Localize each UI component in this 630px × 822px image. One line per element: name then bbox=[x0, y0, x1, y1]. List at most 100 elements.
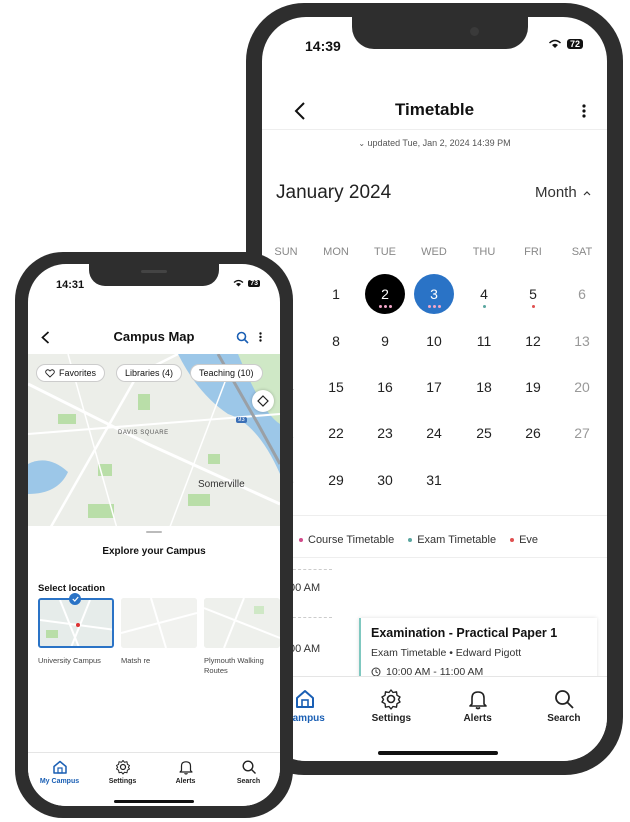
calendar-day[interactable]: 26 bbox=[513, 413, 553, 453]
tab-label: Search bbox=[547, 713, 581, 724]
calendar-day[interactable]: 23 bbox=[365, 413, 405, 453]
more-options-button[interactable] bbox=[254, 329, 266, 345]
tab-my-campus[interactable]: My Campus bbox=[28, 759, 91, 806]
more-vertical-icon bbox=[258, 332, 262, 342]
legend-divider-top bbox=[262, 515, 607, 516]
legend-label: Course Timetable bbox=[308, 534, 395, 546]
map-thumbnail bbox=[204, 598, 280, 648]
location-card-2[interactable] bbox=[121, 598, 197, 648]
view-selector[interactable]: Month bbox=[535, 184, 591, 201]
heart-icon bbox=[45, 368, 55, 378]
calendar-day[interactable]: 18 bbox=[464, 367, 504, 407]
weekday-label: SUN bbox=[274, 246, 298, 258]
legend-item-event[interactable]: Eve bbox=[510, 534, 538, 546]
chip-label: Favorites bbox=[59, 368, 97, 378]
weekday-label: SAT bbox=[571, 246, 593, 258]
search-icon bbox=[236, 331, 249, 344]
calendar-day[interactable]: 8 bbox=[316, 321, 356, 361]
event-dot bbox=[531, 305, 535, 308]
calendar-day[interactable]: 24 bbox=[414, 413, 454, 453]
more-options-button[interactable] bbox=[574, 100, 594, 122]
calendar-day[interactable]: 1 bbox=[316, 274, 356, 314]
event-dot bbox=[388, 305, 392, 308]
calendar-day[interactable]: 25 bbox=[464, 413, 504, 453]
battery-indicator: 73 bbox=[248, 279, 260, 287]
tab-search[interactable]: Search bbox=[217, 759, 280, 806]
legend-item-exam[interactable]: Exam Timetable bbox=[408, 534, 496, 546]
calendar-day[interactable]: 2 bbox=[365, 274, 405, 314]
calendar-day[interactable]: 5 bbox=[513, 274, 553, 314]
timeline-hour-label: 00 AM bbox=[289, 582, 321, 594]
calendar-day[interactable]: 16 bbox=[365, 367, 405, 407]
calendar-day[interactable]: 30 bbox=[365, 460, 405, 500]
home-icon bbox=[52, 760, 67, 774]
campus-map-phone: 14:31 73 Campus Map DAVIS SQUARE Somervi… bbox=[15, 252, 293, 818]
weekday-label: THU bbox=[472, 246, 496, 258]
chip-label: Teaching (10) bbox=[199, 368, 254, 378]
map-thumbnail bbox=[121, 598, 197, 648]
explore-sheet: Explore your Campus Select location Univ… bbox=[28, 526, 280, 756]
calendar-day[interactable]: 13 bbox=[562, 321, 602, 361]
timeline-hour-label: 00 AM bbox=[289, 643, 321, 655]
event-card[interactable]: Examination - Practical Paper 1 Exam Tim… bbox=[359, 618, 597, 680]
route-shield: 93 bbox=[236, 417, 247, 423]
page-title: Timetable bbox=[394, 100, 475, 119]
calendar-day[interactable]: 12 bbox=[513, 321, 553, 361]
calendar-day[interactable]: 11 bbox=[464, 321, 504, 361]
search-icon bbox=[241, 760, 256, 774]
status-icons: 73 bbox=[233, 279, 260, 287]
status-icons: 72 bbox=[548, 39, 583, 49]
bullet-icon bbox=[510, 538, 515, 543]
legend-item-course[interactable]: Course Timetable bbox=[299, 534, 394, 546]
gear-icon bbox=[115, 760, 130, 775]
event-dot bbox=[383, 305, 387, 308]
chip-libraries[interactable]: Libraries (4) bbox=[116, 364, 183, 382]
tab-bar: My Campus Settings Alerts Search bbox=[28, 752, 280, 806]
calendar-day[interactable]: 10 bbox=[414, 321, 454, 361]
event-indicator-dots bbox=[378, 305, 392, 308]
event-title: Examination - Practical Paper 1 bbox=[371, 626, 558, 640]
chevron-up-icon bbox=[583, 190, 591, 195]
location-card-university[interactable] bbox=[38, 598, 114, 648]
month-label: January 2024 bbox=[276, 182, 392, 203]
calendar-day[interactable]: 9 bbox=[365, 321, 405, 361]
chip-teaching[interactable]: Teaching (10) bbox=[190, 364, 263, 382]
location-card-3[interactable] bbox=[204, 598, 280, 648]
map-label: DAVIS SQUARE bbox=[118, 430, 169, 436]
section-title: Select location bbox=[38, 583, 106, 594]
calendar-day[interactable]: 4 bbox=[464, 274, 504, 314]
calendar-day[interactable]: 17 bbox=[414, 367, 454, 407]
bullet-icon bbox=[408, 538, 413, 543]
phone-notch bbox=[352, 15, 528, 49]
event-subtitle: Exam Timetable • Edward Pigott bbox=[371, 647, 522, 659]
calendar-day[interactable]: 31 bbox=[414, 460, 454, 500]
event-dot bbox=[437, 305, 441, 308]
search-button[interactable] bbox=[234, 329, 250, 345]
home-indicator bbox=[114, 800, 194, 803]
home-icon bbox=[296, 690, 315, 708]
calendar-day[interactable]: 29 bbox=[316, 460, 356, 500]
chip-favorites[interactable]: Favorites bbox=[36, 364, 106, 382]
view-selector-label: Month bbox=[535, 184, 577, 201]
weekday-label: WED bbox=[421, 246, 447, 258]
calendar-legend: Course Timetable Exam Timetable Eve bbox=[299, 534, 538, 546]
location-label: University Campus bbox=[38, 656, 101, 665]
sheet-title: Explore your Campus bbox=[102, 546, 206, 557]
calendar-day[interactable]: 6 bbox=[562, 274, 602, 314]
tab-settings[interactable]: Settings bbox=[91, 759, 154, 806]
search-icon bbox=[554, 690, 574, 709]
tab-bar: Campus Settings Alerts Search bbox=[262, 676, 607, 761]
calendar-day[interactable]: 22 bbox=[316, 413, 356, 453]
calendar-day[interactable]: 20 bbox=[562, 367, 602, 407]
calendar-day[interactable]: 15 bbox=[316, 367, 356, 407]
weekday-label: TUE bbox=[374, 246, 396, 258]
locate-button[interactable] bbox=[252, 390, 274, 412]
calendar-day[interactable]: 27 bbox=[562, 413, 602, 453]
calendar-day[interactable]: 3 bbox=[414, 274, 454, 314]
tab-label: Search bbox=[236, 778, 261, 785]
calendar-day[interactable]: 19 bbox=[513, 367, 553, 407]
tab-alerts[interactable]: Alerts bbox=[154, 759, 217, 806]
chevron-down-icon: ⌄ bbox=[358, 139, 366, 148]
tab-search[interactable]: Search bbox=[521, 688, 607, 761]
sheet-handle[interactable] bbox=[146, 531, 162, 533]
